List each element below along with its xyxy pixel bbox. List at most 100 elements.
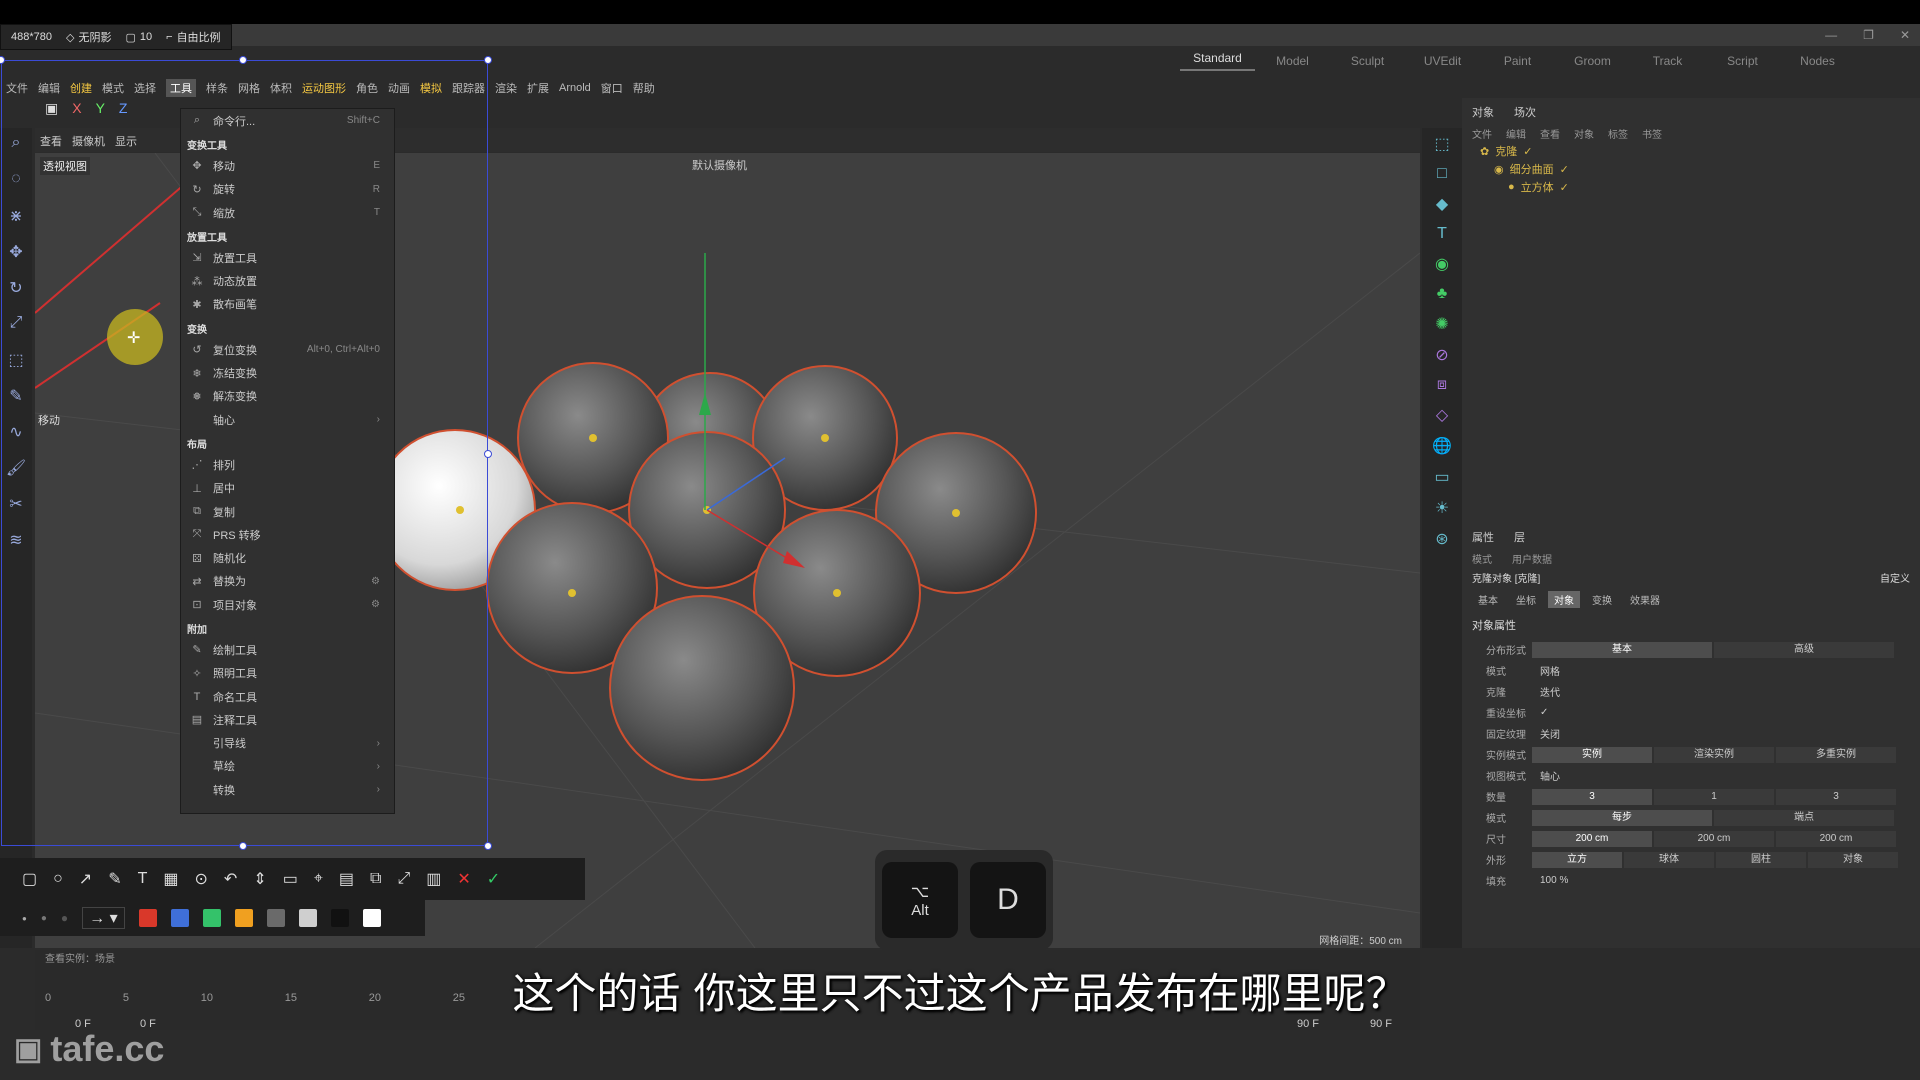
attr-button[interactable]: 1 [1654, 788, 1774, 805]
field-icon[interactable]: ⧈ [1437, 376, 1447, 394]
selection-handle[interactable] [484, 450, 492, 458]
capture-selection-box[interactable] [1, 60, 488, 846]
selection-handle[interactable] [484, 842, 492, 850]
color-swatch[interactable] [298, 909, 317, 927]
panel-menu-item[interactable]: 查看 [1540, 126, 1560, 141]
attr-value[interactable]: 迭代 [1532, 684, 1560, 699]
attr-value[interactable]: ✓ [1532, 707, 1548, 718]
color-swatch[interactable] [202, 909, 221, 927]
null-icon[interactable]: □ [1437, 165, 1447, 183]
layout-tab[interactable]: Track [1630, 54, 1705, 68]
color-swatch[interactable] [234, 909, 253, 927]
confirm-icon[interactable]: ✓ [487, 869, 500, 889]
cloner-icon[interactable]: ♣ [1437, 285, 1448, 303]
attr-button[interactable]: 多重实例 [1776, 746, 1896, 763]
panel-menu-item[interactable]: 文件 [1472, 126, 1492, 141]
ocr-icon[interactable]: ▤ [339, 869, 354, 889]
arrow-style-icon[interactable]: → ▾ [82, 907, 125, 929]
save-icon[interactable]: ▥ [426, 869, 441, 889]
attr-button[interactable]: 3 [1532, 788, 1652, 805]
effector-icon[interactable]: ✺ [1435, 314, 1448, 334]
layout-tab[interactable]: Script [1705, 54, 1780, 68]
attr-subtab[interactable]: 变换 [1586, 591, 1618, 608]
attr-subtab[interactable]: 坐标 [1510, 591, 1542, 608]
layout-tab[interactable]: Sculpt [1330, 54, 1405, 68]
dot-small-icon[interactable]: ● [22, 914, 27, 923]
layout-tab[interactable]: UVEdit [1405, 54, 1480, 68]
maximize-icon[interactable]: ❐ [1863, 28, 1874, 42]
attr-button[interactable]: 基本 [1532, 641, 1712, 658]
dot-large-icon[interactable]: ● [61, 911, 68, 925]
visible-check-icon[interactable]: ✓ [1560, 181, 1569, 194]
attr-value[interactable]: 100 % [1532, 875, 1568, 886]
menu-item[interactable]: 帮助 [633, 80, 655, 96]
color-swatch[interactable] [170, 909, 189, 927]
color-swatch[interactable] [362, 909, 381, 927]
border-option[interactable]: ▢ 10 [125, 31, 152, 44]
attr-button[interactable]: 200 cm [1654, 830, 1774, 847]
menu-item[interactable]: 窗口 [601, 80, 623, 96]
camera-obj-icon[interactable]: ▭ [1434, 467, 1449, 487]
cube-icon[interactable]: ◆ [1436, 194, 1448, 214]
color-swatch[interactable] [266, 909, 285, 927]
dot-medium-icon[interactable]: ● [41, 913, 47, 924]
attr-menu-item[interactable]: 用户数据 [1512, 551, 1552, 566]
layout-tab[interactable]: Paint [1480, 54, 1555, 68]
attr-button[interactable]: 渲染实例 [1654, 746, 1774, 763]
visible-check-icon[interactable]: ✓ [1523, 145, 1532, 158]
ratio-option[interactable]: ⌐ 自由比例 [166, 29, 220, 45]
panel-tab[interactable]: 对象 [1472, 104, 1494, 119]
camera-label[interactable]: 默认摄像机 [692, 157, 747, 173]
layout-tab[interactable]: Nodes [1780, 54, 1855, 68]
environment-icon[interactable]: 🌐 [1432, 436, 1452, 456]
attr-button[interactable]: 端点 [1714, 809, 1894, 826]
record-icon[interactable]: ▭ [283, 869, 298, 889]
attr-button[interactable]: 3 [1776, 788, 1896, 805]
attr-subtab[interactable]: 对象 [1548, 591, 1580, 608]
deformer-icon[interactable]: ⊘ [1435, 345, 1448, 365]
panel-menu-item[interactable]: 对象 [1574, 126, 1594, 141]
camera-icon[interactable]: ⬚ [1434, 134, 1449, 154]
arrow-icon[interactable]: ↗ [79, 869, 92, 889]
fullscreen-icon[interactable]: ⤢ [397, 870, 410, 888]
text-object-icon[interactable]: T [1437, 225, 1447, 243]
pin-icon[interactable]: ⇕ [253, 869, 266, 889]
selection-handle[interactable] [484, 56, 492, 64]
attr-button[interactable]: 实例 [1532, 746, 1652, 763]
attr-menu-item[interactable]: 模式 [1472, 551, 1492, 566]
pin2-icon[interactable]: ⌖ [314, 870, 323, 888]
spline-gen-icon[interactable]: ◇ [1436, 405, 1448, 425]
panel-menu-item[interactable]: 书签 [1642, 126, 1662, 141]
close-icon[interactable]: ✕ [1900, 28, 1910, 42]
render-icon[interactable]: ⊛ [1435, 529, 1448, 549]
layout-tab[interactable]: Standard [1180, 51, 1255, 71]
menu-item[interactable]: 渲染 [495, 80, 517, 96]
attr-button[interactable]: 对象 [1808, 851, 1898, 868]
attr-value[interactable]: 网格 [1532, 663, 1560, 678]
attr-button[interactable]: 每步 [1532, 809, 1712, 826]
attr-button[interactable]: 200 cm [1532, 830, 1652, 847]
selection-handle[interactable] [239, 56, 247, 64]
text-icon[interactable]: T [138, 870, 148, 888]
translate-icon[interactable]: ⧉ [370, 870, 381, 888]
attr-subtab[interactable]: 效果器 [1624, 591, 1666, 608]
attr-value[interactable]: 关闭 [1532, 726, 1560, 741]
layout-tab[interactable]: Model [1255, 54, 1330, 68]
attr-value[interactable]: 轴心 [1532, 768, 1560, 783]
color-swatch[interactable] [330, 909, 349, 927]
cancel-icon[interactable]: ✕ [457, 869, 470, 889]
tree-item[interactable]: ◉ 细分曲面 ✓ [1480, 160, 1920, 178]
shadow-option[interactable]: ◇ 无阴影 [66, 29, 111, 45]
attr-button[interactable]: 200 cm [1776, 830, 1896, 847]
pencil-icon[interactable]: ✎ [108, 869, 121, 889]
layout-tab[interactable]: Groom [1555, 54, 1630, 68]
menu-item[interactable]: 扩展 [527, 80, 549, 96]
visible-check-icon[interactable]: ✓ [1560, 163, 1569, 176]
mosaic-icon[interactable]: ▦ [163, 869, 178, 889]
undo-annot-icon[interactable]: ↶ [224, 869, 237, 889]
attr-button[interactable]: 圆柱 [1716, 851, 1806, 868]
panel-tab[interactable]: 场次 [1514, 104, 1536, 119]
color-swatch[interactable] [138, 909, 157, 927]
attr-button[interactable]: 立方 [1532, 851, 1622, 868]
subdivision-icon[interactable]: ◉ [1435, 254, 1449, 274]
